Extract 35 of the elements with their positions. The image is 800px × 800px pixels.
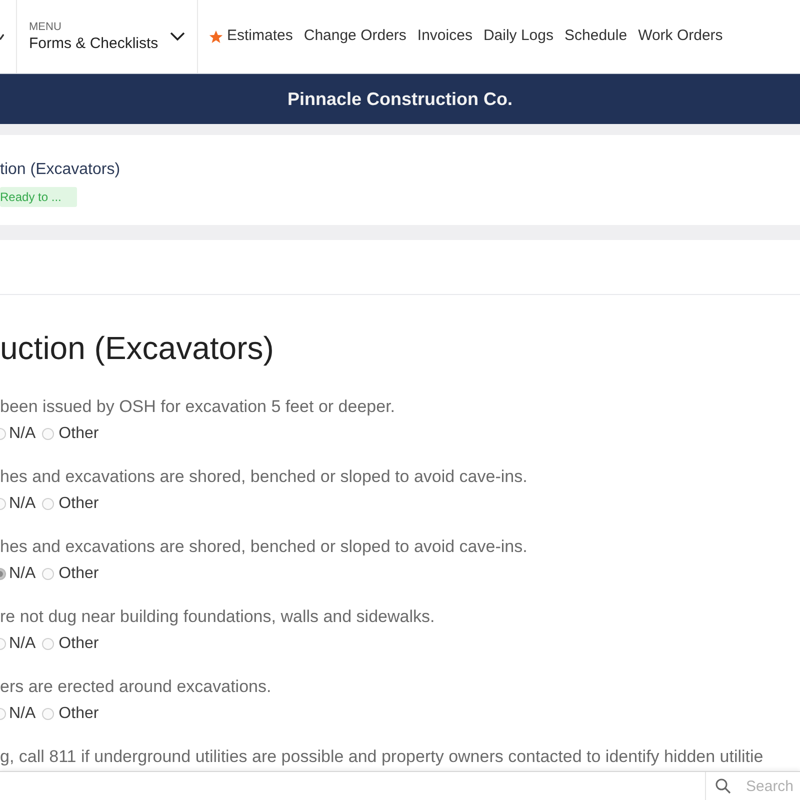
search-field[interactable]: Search (705, 772, 800, 800)
nav-link[interactable]: Estimates (209, 25, 293, 48)
question-text: hes and excavations are shored, benched or sloped to avoid cave-ins. (0, 466, 528, 488)
nav-link[interactable]: Daily Logs (483, 25, 554, 48)
radio-label[interactable]: Other (58, 492, 99, 516)
radio-label[interactable]: N/A (9, 492, 36, 516)
chevron-icon (0, 34, 4, 40)
chevron-down-icon (170, 32, 185, 41)
radio-label[interactable]: Other (58, 702, 99, 726)
search-icon (715, 778, 731, 794)
question-text: hes and excavations are shored, benched or sloped to avoid cave-ins. (0, 536, 528, 558)
radio-label[interactable]: N/A (9, 702, 36, 726)
question-text: ers are erected around excavations. (0, 676, 272, 698)
radio-label[interactable]: N/A (9, 562, 36, 586)
form-title: uction (Excavators) (0, 329, 275, 368)
nav-link[interactable]: Change Orders (304, 25, 406, 48)
record-title: tion (Excavators) (0, 160, 122, 180)
radio-label[interactable]: Other (58, 562, 99, 586)
radio-label[interactable]: Other (58, 422, 99, 446)
radio-label[interactable]: Other (58, 632, 99, 656)
radio-button[interactable] (42, 708, 54, 720)
radio-label[interactable]: N/A (9, 632, 36, 656)
question-text: g, call 811 if underground utilities are possible and property owners contacted to identify hidden utilitie (0, 746, 764, 768)
company-name: Pinnacle Construction Co. (287, 88, 513, 110)
radio-button[interactable] (42, 568, 54, 580)
question-text: re not dug near building foundations, walls and sidewalks. (0, 606, 436, 628)
nav-link[interactable]: Invoices (417, 25, 472, 48)
radio-button[interactable] (42, 638, 54, 650)
nav-link[interactable]: Work Orders (638, 25, 723, 48)
nav-link[interactable]: Schedule (564, 25, 628, 48)
status-badge: Ready to ... (0, 187, 78, 207)
question-text: been issued by OSH for excavation 5 feet or deeper. (0, 396, 396, 418)
radio-label[interactable]: N/A (9, 422, 36, 446)
radio-button[interactable] (42, 498, 54, 510)
radio-button[interactable] (42, 428, 54, 440)
